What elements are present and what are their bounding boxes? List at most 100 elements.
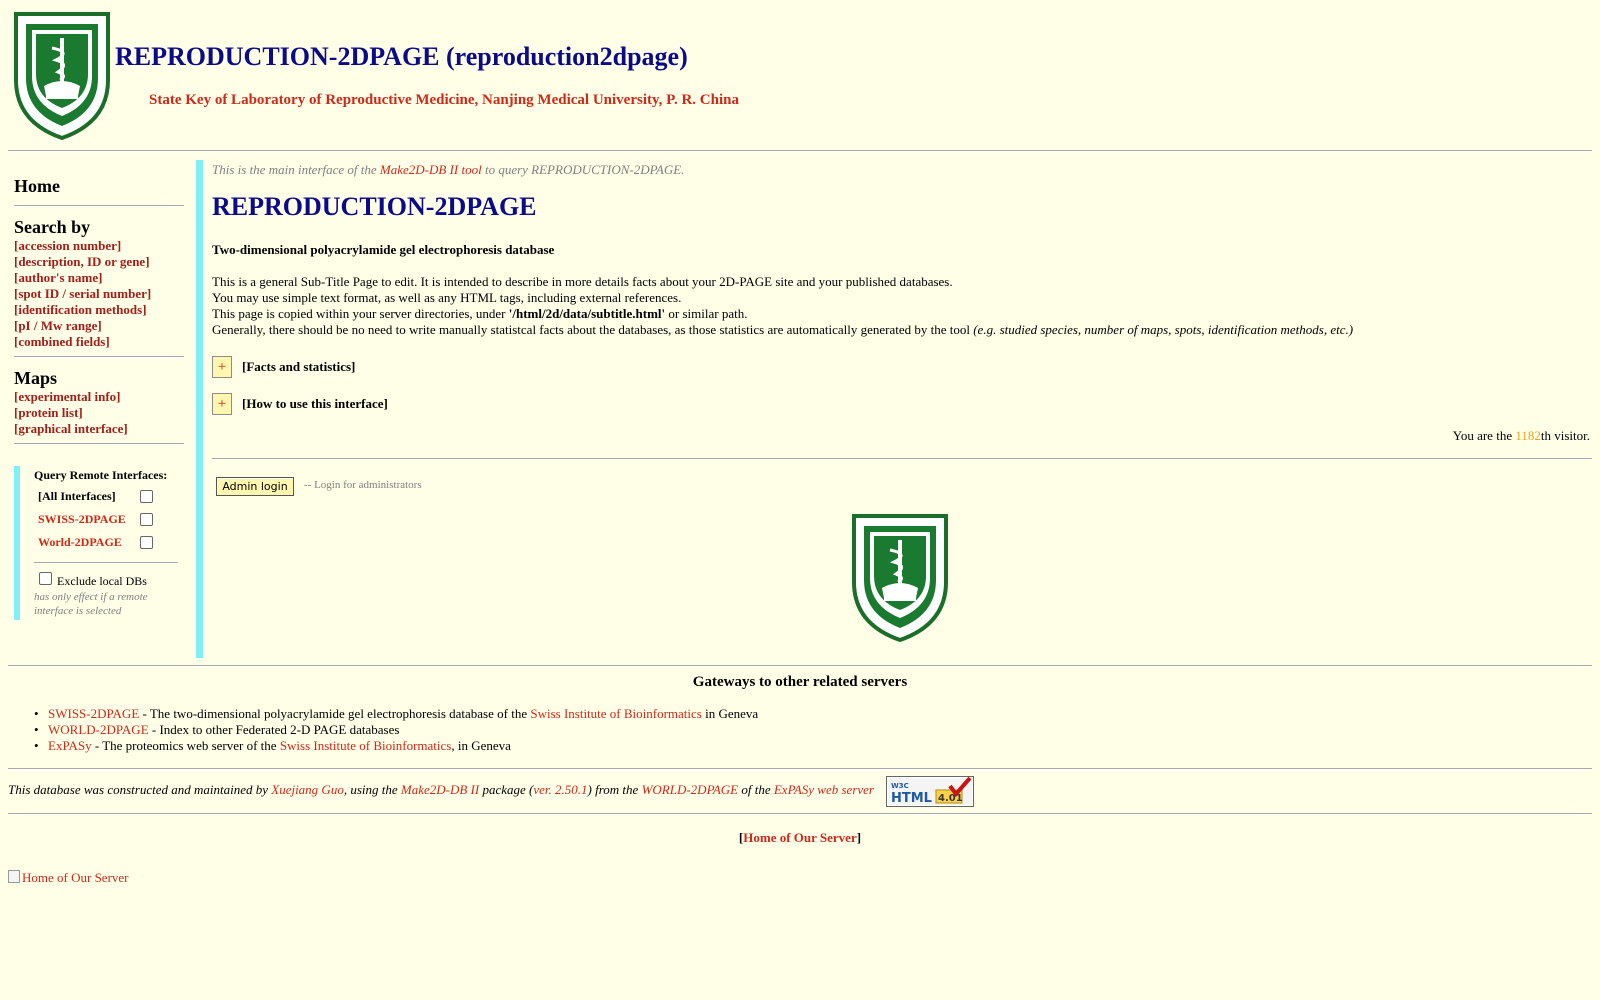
make2d-tool-link[interactable]: Make2D-DB II tool xyxy=(380,162,482,177)
sidebar-item-combined[interactable]: [combined fields] xyxy=(14,334,184,350)
gateways-list: SWISS-2DPAGE - The two-dimensional polya… xyxy=(34,706,759,754)
facts-expand-button[interactable]: + xyxy=(212,356,232,378)
expasy-server-link[interactable]: ExPASy web server xyxy=(774,782,874,797)
footer-divider xyxy=(8,768,1592,770)
sidebar-divider xyxy=(14,443,184,445)
sidebar-item-graphical[interactable]: [graphical interface] xyxy=(14,421,184,437)
author-link[interactable]: Xuejiang Guo xyxy=(271,782,344,797)
sidebar-item-author[interactable]: [author's name] xyxy=(14,270,184,286)
sidebar-home-link[interactable]: Home xyxy=(14,176,184,197)
subtitle-path: '/html/2d/data/subtitle.html' xyxy=(508,306,666,321)
all-interfaces-checkbox[interactable] xyxy=(140,490,153,503)
intro-suffix: to query REPRODUCTION-2DPAGE. xyxy=(481,162,685,177)
world-2dpage-footer-link[interactable]: WORLD-2DPAGE xyxy=(642,782,739,797)
stats-examples: (e.g. studied species, number of maps, s… xyxy=(973,322,1354,337)
credit-text: of the xyxy=(738,782,774,797)
page-title: REPRODUCTION-2DPAGE (reproduction2dpage) xyxy=(115,42,688,71)
admin-login-button[interactable]: Admin login xyxy=(216,477,294,496)
description-line-1: This is a general Sub-Title Page to edit… xyxy=(212,274,953,289)
gateway-desc: - Index to other Federated 2-D PAGE data… xyxy=(148,722,400,737)
w3c-html-badge[interactable]: W3C HTML 4.01 xyxy=(886,776,974,807)
content-accent-bar xyxy=(196,160,203,658)
sidebar: Home Search by [accession number] [descr… xyxy=(14,176,184,455)
make2d-link[interactable]: Make2D-DB II xyxy=(401,782,479,797)
home-image-alt: Home of Our Server xyxy=(22,870,129,885)
home-of-server-nav: [Home of Our Server] xyxy=(0,830,1600,846)
gateways-title: Gateways to other related servers xyxy=(692,674,908,690)
university-logo xyxy=(12,10,112,141)
sidebar-item-description[interactable]: [description, ID or gene] xyxy=(14,254,184,270)
howto-toggle-label[interactable]: [How to use this interface] xyxy=(242,396,388,412)
w3c-html-text: HTML xyxy=(891,791,932,806)
header-divider xyxy=(8,150,1592,152)
sidebar-item-accession[interactable]: [accession number] xyxy=(14,238,184,254)
header: REPRODUCTION-2DPAGE (reproduction2dpage)… xyxy=(12,10,1592,142)
world-2dpage-link[interactable]: WORLD-2DPAGE xyxy=(48,722,149,737)
exclude-local-checkbox[interactable] xyxy=(39,572,52,585)
exclude-local-label: Exclude local DBs xyxy=(57,574,147,588)
description-line-2: You may use simple text format, as well … xyxy=(212,290,682,305)
sib-link[interactable]: Swiss Institute of Bioinformatics xyxy=(530,706,702,721)
swiss-2dpage-checkbox[interactable] xyxy=(140,513,153,526)
visitor-counter: You are the 1182th visitor. xyxy=(1453,428,1590,444)
gateway-desc: - The proteomics web server of the xyxy=(91,738,280,753)
admin-login-note: -- Login for administrators xyxy=(304,479,422,491)
home-of-server-image-link[interactable]: Home of Our Server xyxy=(8,870,129,886)
world-2dpage-label[interactable]: World-2DPAGE xyxy=(38,535,122,550)
remote-interfaces-panel: Query Remote Interfaces: [All Interfaces… xyxy=(14,466,186,620)
expasy-link[interactable]: ExPASy xyxy=(48,738,92,753)
sidebar-item-protein-list[interactable]: [protein list] xyxy=(14,405,184,421)
w3c-text: W3C xyxy=(891,782,909,790)
sidebar-item-identification[interactable]: [identification methods] xyxy=(14,302,184,318)
path-suffix: or similar path. xyxy=(665,306,748,321)
main-divider xyxy=(212,458,1592,460)
credit-text: , using the xyxy=(343,782,401,797)
university-logo xyxy=(850,512,950,643)
sidebar-item-spot-id[interactable]: [spot ID / serial number] xyxy=(14,286,184,302)
list-item: SWISS-2DPAGE - The two-dimensional polya… xyxy=(34,706,759,722)
remote-divider xyxy=(34,562,178,564)
broken-image-icon xyxy=(8,870,20,883)
intro-prefix: This is the main interface of the xyxy=(212,162,380,177)
sidebar-item-pi-mw[interactable]: [pI / Mw range] xyxy=(14,318,184,334)
bracket: ] xyxy=(856,830,862,845)
credit-text: package ( xyxy=(479,782,534,797)
swiss-2dpage-link[interactable]: SWISS-2DPAGE xyxy=(48,706,139,721)
footer-divider xyxy=(8,813,1592,815)
database-subtitle: Two-dimensional polyacrylamide gel elect… xyxy=(212,242,555,257)
path-prefix: This page is copied within your server d… xyxy=(212,306,509,321)
gateway-divider xyxy=(8,665,1592,667)
sidebar-home: Home xyxy=(14,176,60,196)
gateway-tail: , in Geneva xyxy=(451,738,511,753)
description-line-4: Generally, there should be no need to wr… xyxy=(212,322,1353,338)
list-item: ExPASy - The proteomics web server of th… xyxy=(34,738,758,754)
visitor-count: 1182 xyxy=(1515,428,1541,443)
visitor-prefix: You are the xyxy=(1452,428,1516,443)
facts-toggle-label[interactable]: [Facts and statistics] xyxy=(242,359,355,375)
sib-link[interactable]: Swiss Institute of Bioinformatics xyxy=(280,738,452,753)
gateway-desc: - The two-dimensional polyacrylamide gel… xyxy=(139,706,531,721)
list-item: WORLD-2DPAGE - Index to other Federated … xyxy=(34,722,758,738)
home-of-server-link[interactable]: Home of Our Server xyxy=(743,830,856,845)
world-2dpage-checkbox[interactable] xyxy=(140,536,153,549)
database-title: REPRODUCTION-2DPAGE xyxy=(212,192,537,221)
swiss-2dpage-label[interactable]: SWISS-2DPAGE xyxy=(38,512,126,527)
sidebar-item-experimental[interactable]: [experimental info] xyxy=(14,389,184,405)
w3c-version-text: 4.01 xyxy=(938,793,963,804)
footer-credits: This database was constructed and mainta… xyxy=(8,782,874,798)
credit-text: This database was constructed and mainta… xyxy=(8,782,272,797)
version-link[interactable]: ver. 2.50.1 xyxy=(533,782,587,797)
credit-text: ) from the xyxy=(587,782,642,797)
intro-text: This is the main interface of the Make2D… xyxy=(212,162,684,178)
stats-note: Generally, there should be no need to wr… xyxy=(212,322,974,337)
remote-heading: Query Remote Interfaces: xyxy=(34,468,168,482)
affiliation: State Key of Laboratory of Reproductive … xyxy=(149,92,739,108)
search-heading: Search by xyxy=(14,217,91,237)
remote-note: has only effect if a remote interface is… xyxy=(34,591,148,617)
gateway-tail: in Geneva xyxy=(701,706,759,721)
visitor-suffix: th visitor. xyxy=(1540,428,1590,443)
howto-expand-button[interactable]: + xyxy=(212,393,232,415)
sidebar-divider xyxy=(14,205,184,207)
all-interfaces-label: [All Interfaces] xyxy=(38,489,116,503)
description-line-3: This page is copied within your server d… xyxy=(212,306,747,322)
